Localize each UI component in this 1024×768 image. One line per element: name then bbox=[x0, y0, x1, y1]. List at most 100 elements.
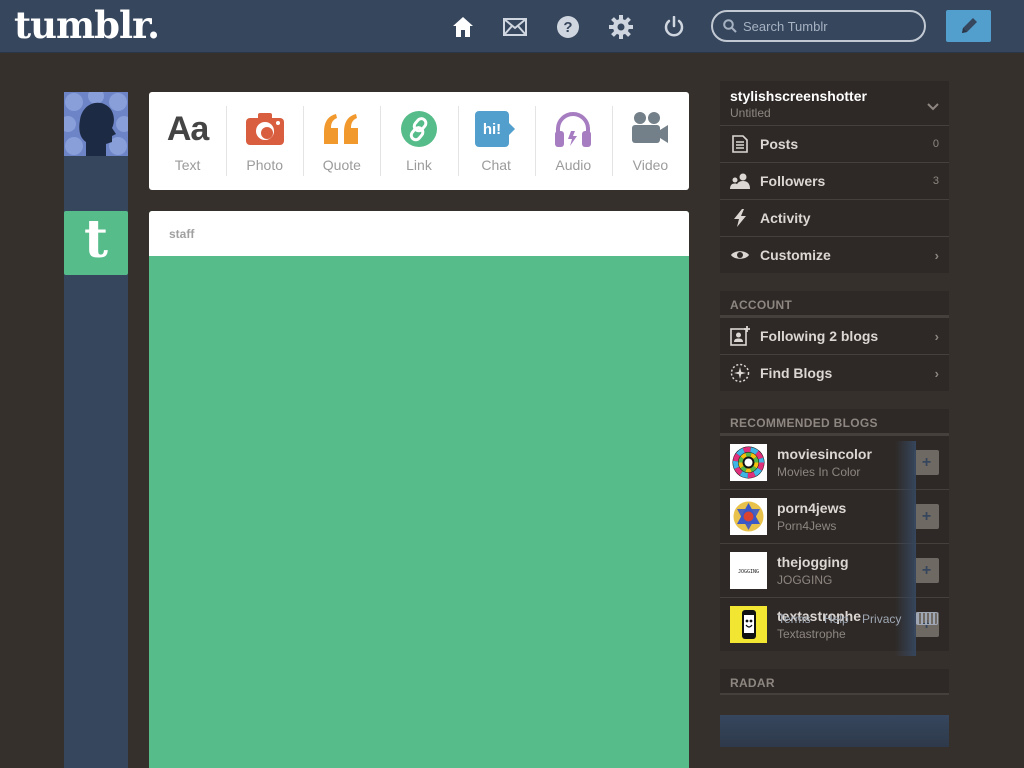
terms-link[interactable]: Terms bbox=[778, 612, 811, 626]
post-type-quote[interactable]: Quote bbox=[303, 92, 380, 190]
spinner-bar bbox=[370, 561, 401, 601]
section-title: RECOMMENDED BLOGS bbox=[720, 409, 949, 435]
phone-avatar[interactable] bbox=[730, 606, 767, 643]
spinner-bar bbox=[370, 445, 401, 485]
sidebar-item-label: Activity bbox=[760, 210, 811, 226]
link-icon bbox=[400, 109, 438, 149]
blog-name[interactable]: moviesincolor bbox=[777, 446, 872, 462]
quote-icon bbox=[322, 109, 362, 149]
sidebar-item-activity[interactable]: Activity bbox=[720, 199, 949, 236]
staff-avatar[interactable]: t bbox=[64, 211, 128, 275]
spinner-bar bbox=[465, 514, 507, 532]
section-title: RADAR bbox=[720, 669, 949, 695]
post-type-label: Photo bbox=[246, 157, 283, 173]
compose-button[interactable] bbox=[946, 10, 991, 42]
post-type-photo[interactable]: Photo bbox=[226, 92, 303, 190]
svg-text:?: ? bbox=[563, 19, 572, 36]
blog-title: Untitled bbox=[730, 106, 771, 120]
spinner-bar bbox=[457, 474, 497, 505]
spinner-bar bbox=[410, 435, 428, 477]
home-icon[interactable] bbox=[450, 14, 476, 40]
section-title: ACCOUNT bbox=[720, 291, 949, 317]
search-icon bbox=[723, 19, 737, 33]
eye-icon bbox=[730, 249, 750, 261]
sidebar-item-following[interactable]: Following 2 blogs › bbox=[720, 317, 949, 354]
tumblr-logo[interactable]: tumblr. bbox=[14, 3, 160, 47]
blog-name[interactable]: thejogging bbox=[777, 554, 849, 570]
spinner-bar bbox=[331, 514, 373, 532]
post-type-link[interactable]: Link bbox=[380, 92, 457, 190]
help-icon[interactable]: ? bbox=[555, 14, 581, 40]
headphones-icon bbox=[553, 109, 593, 149]
footer-links: Terms Help Privacy bbox=[778, 612, 911, 626]
blog-name: stylishscreenshotter bbox=[730, 88, 867, 104]
add-contact-icon bbox=[730, 326, 750, 346]
chevron-down-icon bbox=[927, 103, 939, 111]
color-wheel-avatar[interactable] bbox=[730, 444, 767, 481]
sidebar-item-followers[interactable]: Followers 3 bbox=[720, 162, 949, 199]
people-icon bbox=[730, 173, 750, 189]
post-type-label: Chat bbox=[481, 157, 511, 173]
search-box[interactable] bbox=[711, 10, 926, 42]
spinner-bar bbox=[341, 541, 381, 572]
jogging-avatar[interactable]: JOGGING bbox=[730, 552, 767, 589]
posts-count: 0 bbox=[932, 138, 939, 150]
sidebar-item-customize[interactable]: Customize › bbox=[720, 236, 949, 273]
dashboard-column bbox=[64, 92, 128, 768]
sidebar-item-posts[interactable]: Posts 0 bbox=[720, 125, 949, 162]
follow-button[interactable]: + bbox=[914, 450, 939, 475]
compass-icon bbox=[730, 363, 750, 383]
chevron-right-icon: › bbox=[934, 247, 939, 263]
top-bar: tumblr. ? bbox=[0, 0, 1024, 53]
power-icon[interactable] bbox=[661, 14, 687, 40]
svg-text:hi!: hi! bbox=[483, 121, 501, 138]
keyboard-icon[interactable] bbox=[916, 612, 938, 625]
dashboard-post: staff bbox=[149, 211, 689, 768]
post-type-label: Audio bbox=[555, 157, 592, 173]
post-author[interactable]: staff bbox=[149, 211, 689, 256]
camera-icon bbox=[245, 109, 284, 149]
sidebar-item-label: Posts bbox=[760, 136, 799, 152]
help-link[interactable]: Help bbox=[824, 612, 849, 626]
pencil-icon bbox=[961, 18, 977, 33]
blog-description: Movies In Color bbox=[777, 465, 861, 479]
sidebar-item-find-blogs[interactable]: Find Blogs › bbox=[720, 354, 949, 391]
search-input[interactable] bbox=[743, 18, 913, 34]
document-icon bbox=[730, 135, 750, 153]
post-type-text[interactable]: Aa Text bbox=[149, 92, 226, 190]
spinner-bar bbox=[341, 474, 381, 505]
svg-text:JOGGING: JOGGING bbox=[738, 569, 759, 575]
followers-count: 3 bbox=[932, 175, 939, 187]
sidebar-item-label: Following 2 blogs bbox=[760, 328, 879, 344]
post-type-video[interactable]: Video bbox=[611, 92, 689, 190]
post-type-label: Link bbox=[406, 157, 432, 173]
text-icon: Aa bbox=[166, 109, 209, 148]
sidebar-item-label: Followers bbox=[760, 173, 826, 189]
blog-description: Textastrophe bbox=[777, 627, 846, 641]
blog-name[interactable]: porn4jews bbox=[777, 500, 846, 516]
post-type-label: Text bbox=[174, 157, 201, 173]
gear-icon[interactable] bbox=[608, 14, 634, 40]
follow-button[interactable]: + bbox=[914, 504, 939, 529]
lightning-icon bbox=[730, 209, 750, 227]
blog-switcher[interactable]: stylishscreenshotter Untitled bbox=[720, 81, 949, 125]
privacy-link[interactable]: Privacy bbox=[862, 612, 901, 626]
post-type-label: Quote bbox=[322, 157, 361, 173]
follow-button[interactable]: + bbox=[914, 558, 939, 583]
sidebar-item-label: Customize bbox=[760, 247, 831, 263]
chevron-right-icon: › bbox=[934, 365, 939, 381]
avatar[interactable] bbox=[64, 92, 128, 156]
post-type-audio[interactable]: Audio bbox=[534, 92, 612, 190]
radar-post-image[interactable] bbox=[720, 715, 949, 747]
spinner-bar bbox=[437, 561, 468, 601]
blog-description: JOGGING bbox=[777, 573, 833, 587]
mail-icon[interactable] bbox=[502, 14, 528, 40]
blog-description: Porn4Jews bbox=[777, 519, 837, 533]
sidebar-item-label: Find Blogs bbox=[760, 365, 833, 381]
video-camera-icon bbox=[630, 109, 670, 149]
staff-avatar-letter: t bbox=[83, 209, 109, 270]
star-avatar[interactable] bbox=[730, 498, 767, 535]
chat-icon: hi! bbox=[475, 109, 517, 149]
chevron-right-icon: › bbox=[934, 328, 939, 344]
post-type-chat[interactable]: hi! Chat bbox=[457, 92, 535, 190]
